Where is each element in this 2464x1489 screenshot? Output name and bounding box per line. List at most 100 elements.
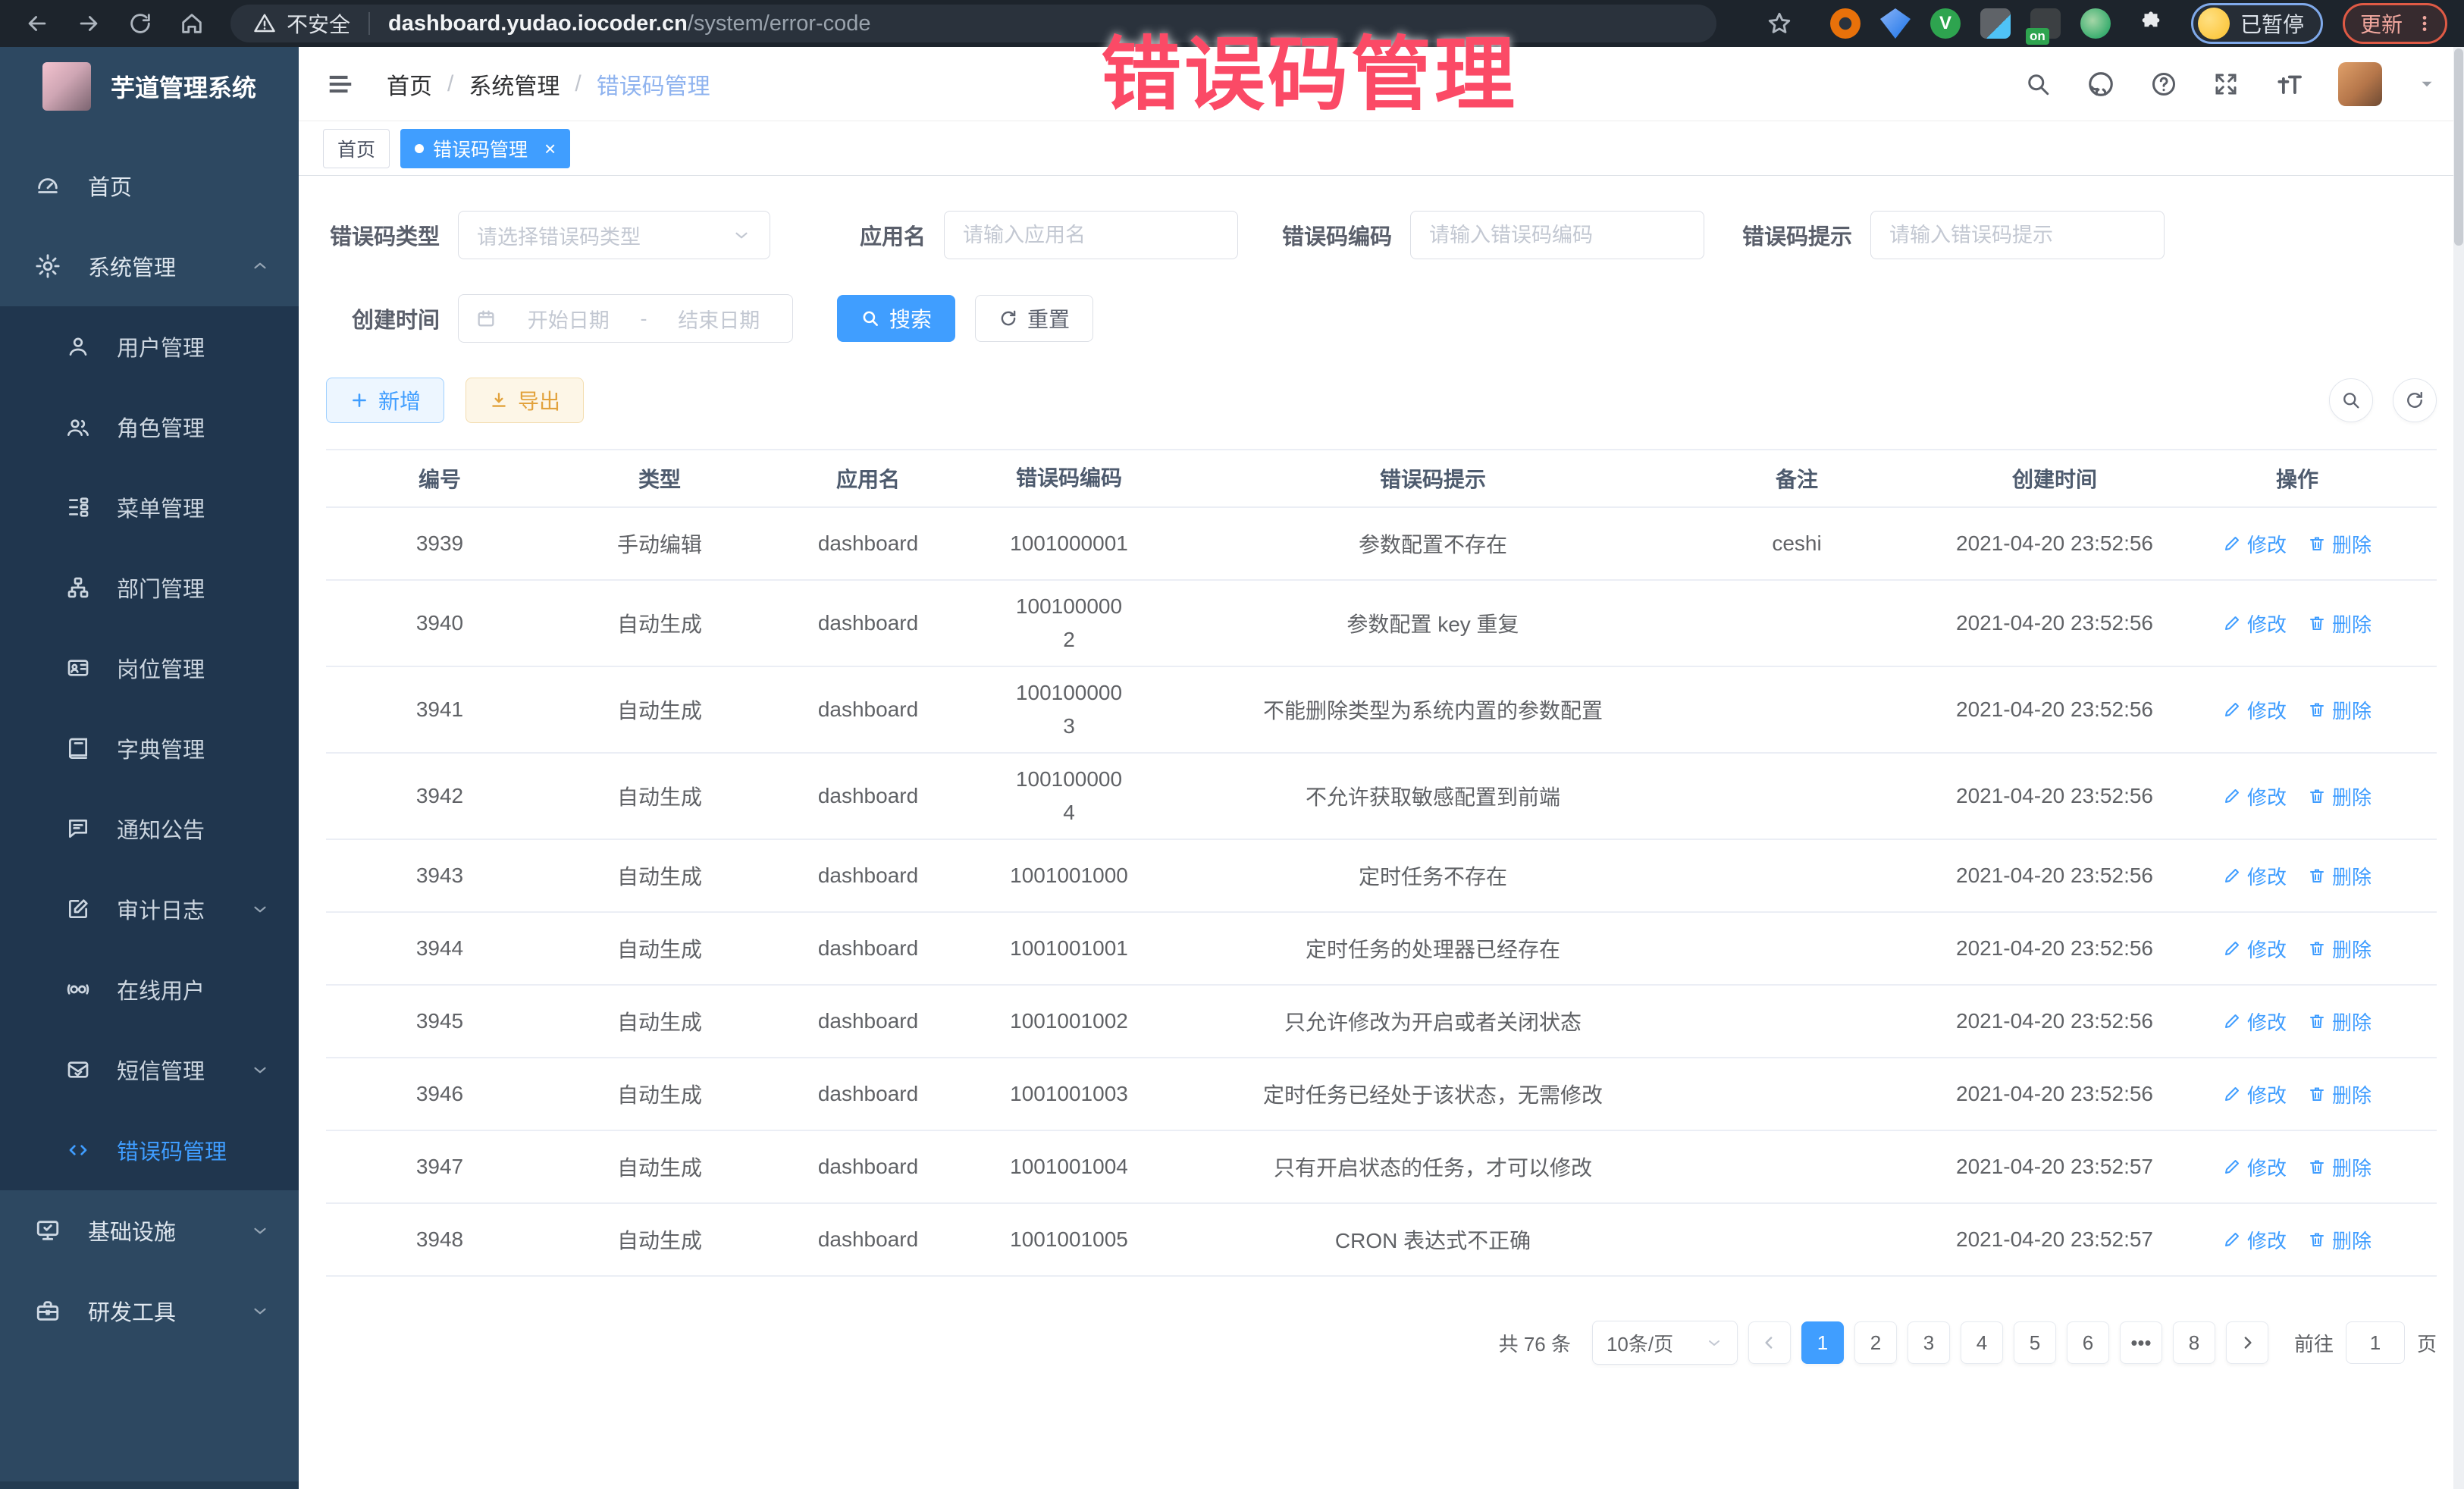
breadcrumb-home[interactable]: 首页 [387, 67, 432, 101]
hamburger-icon[interactable] [326, 70, 355, 99]
sidebar-item-dev-tools[interactable]: 研发工具 [0, 1271, 299, 1351]
fullscreen-icon[interactable] [2212, 71, 2240, 98]
edit-link-label: 修改 [2247, 862, 2287, 890]
page-button-8[interactable]: 8 [2173, 1321, 2215, 1364]
edit-link[interactable]: 修改 [2223, 696, 2287, 724]
browser-update-button[interactable]: 更新 [2343, 3, 2447, 44]
sidebar-item-notices[interactable]: 通知公告 [0, 788, 299, 869]
sidebar-item-dictionary[interactable]: 字典管理 [0, 708, 299, 788]
sidebar-item-audit-log[interactable]: 审计日志 [0, 869, 299, 949]
edit-link[interactable]: 修改 [2223, 782, 2287, 810]
search-button[interactable]: 搜索 [837, 295, 955, 342]
edit-link[interactable]: 修改 [2223, 530, 2287, 558]
edit-link[interactable]: 修改 [2223, 935, 2287, 963]
delete-link[interactable]: 删除 [2308, 610, 2372, 638]
chevron-down-icon [732, 225, 751, 245]
extension-icon-tabs[interactable]: on [2030, 8, 2061, 39]
edit-link[interactable]: 修改 [2223, 1080, 2287, 1108]
extension-icon-v[interactable]: V [1930, 8, 1961, 39]
delete-link[interactable]: 删除 [2308, 862, 2372, 890]
sidebar-item-error-code[interactable]: 错误码管理 [0, 1110, 299, 1190]
export-button[interactable]: 导出 [466, 378, 584, 423]
table-row: 3945 自动生成 dashboard 1001001002 只允许修改为开启或… [326, 986, 2437, 1058]
header-search-icon[interactable] [2024, 71, 2052, 98]
page-button-1[interactable]: 1 [1801, 1321, 1844, 1364]
cell-hint: 只允许修改为开启或者关闭状态 [1168, 1006, 1698, 1036]
edit-link[interactable]: 修改 [2223, 1008, 2287, 1036]
kebab-menu-icon[interactable] [2415, 14, 2434, 33]
breadcrumb-system[interactable]: 系统管理 [469, 67, 560, 101]
delete-link[interactable]: 删除 [2308, 696, 2372, 724]
tab-error-code[interactable]: 错误码管理 × [400, 129, 570, 168]
font-size-icon[interactable] [2274, 70, 2303, 99]
edit-link[interactable]: 修改 [2223, 862, 2287, 890]
page-scrollbar[interactable] [2453, 47, 2464, 1489]
sidebar-item-system[interactable]: 系统管理 [0, 226, 299, 306]
bookmark-star-icon[interactable] [1759, 3, 1800, 44]
edit-link[interactable]: 修改 [2223, 610, 2287, 638]
error-code-input[interactable] [1410, 211, 1704, 259]
trash-icon [2308, 1012, 2326, 1030]
page-button-2[interactable]: 2 [1854, 1321, 1897, 1364]
extension-icon-gem[interactable] [1880, 8, 1911, 39]
extensions-puzzle-icon[interactable] [2130, 3, 2171, 44]
edit-link[interactable]: 修改 [2223, 1226, 2287, 1254]
cell-type: 自动生成 [553, 1224, 766, 1255]
cell-hint: 参数配置不存在 [1168, 528, 1698, 559]
extension-icon-key[interactable] [2080, 8, 2111, 39]
edit-link[interactable]: 修改 [2223, 1153, 2287, 1181]
app-name-input[interactable] [944, 211, 1238, 259]
delete-link[interactable]: 删除 [2308, 530, 2372, 558]
error-type-select[interactable]: 请选择错误码类型 [458, 211, 770, 259]
sidebar-item-infrastructure[interactable]: 基础设施 [0, 1190, 299, 1271]
caret-down-icon[interactable] [2417, 74, 2437, 94]
delete-link[interactable]: 删除 [2308, 1008, 2372, 1036]
page-button-3[interactable]: 3 [1908, 1321, 1950, 1364]
sidebar-item-menus[interactable]: 菜单管理 [0, 467, 299, 547]
delete-link[interactable]: 删除 [2308, 1153, 2372, 1181]
github-icon[interactable] [2086, 70, 2115, 99]
page-button-4[interactable]: 4 [1961, 1321, 2003, 1364]
delete-link[interactable]: 删除 [2308, 1080, 2372, 1108]
delete-link[interactable]: 删除 [2308, 935, 2372, 963]
page-size-select[interactable]: 10条/页 [1592, 1321, 1738, 1365]
help-icon[interactable] [2150, 71, 2177, 98]
home-icon[interactable] [171, 3, 212, 44]
sidebar-item-online-users[interactable]: 在线用户 [0, 949, 299, 1030]
tab-label: 首页 [337, 135, 375, 162]
sidebar-item-departments[interactable]: 部门管理 [0, 547, 299, 628]
user-avatar[interactable] [2338, 62, 2382, 106]
toggle-search-button[interactable] [2329, 378, 2373, 422]
refresh-table-button[interactable] [2393, 378, 2437, 422]
forward-icon[interactable] [68, 3, 109, 44]
page-button-5[interactable]: 5 [2014, 1321, 2056, 1364]
delete-link[interactable]: 删除 [2308, 782, 2372, 810]
edit-link-label: 修改 [2247, 530, 2287, 558]
menu-list-icon [64, 495, 92, 519]
update-label: 更新 [2360, 8, 2403, 39]
next-page-button[interactable] [2226, 1321, 2268, 1364]
trash-icon [2308, 701, 2326, 719]
extension-icon-orange[interactable] [1830, 8, 1861, 39]
sidebar-item-users[interactable]: 用户管理 [0, 306, 299, 387]
browser-profile-badge[interactable]: 已暂停 [2191, 3, 2323, 44]
error-hint-input[interactable] [1870, 211, 2165, 259]
sidebar-item-sms[interactable]: 短信管理 [0, 1030, 299, 1110]
close-icon[interactable]: × [544, 139, 556, 158]
prev-page-button[interactable] [1748, 1321, 1791, 1364]
extension-icon-squares[interactable] [1980, 8, 2011, 39]
sidebar-item-home[interactable]: 首页 [0, 146, 299, 226]
back-icon[interactable] [17, 3, 58, 44]
goto-page-input[interactable] [2346, 1321, 2405, 1364]
tab-home[interactable]: 首页 [323, 129, 390, 168]
sidebar-item-posts[interactable]: 岗位管理 [0, 628, 299, 708]
scrollbar-thumb[interactable] [2454, 49, 2463, 246]
reload-icon[interactable] [120, 3, 161, 44]
delete-link[interactable]: 删除 [2308, 1226, 2372, 1254]
more-pages-button[interactable]: ••• [2120, 1321, 2162, 1364]
reset-button[interactable]: 重置 [975, 295, 1093, 342]
sidebar-item-roles[interactable]: 角色管理 [0, 387, 299, 467]
add-button[interactable]: 新增 [326, 378, 444, 423]
page-button-6[interactable]: 6 [2067, 1321, 2109, 1364]
date-range-picker[interactable]: 开始日期 - 结束日期 [458, 294, 793, 343]
